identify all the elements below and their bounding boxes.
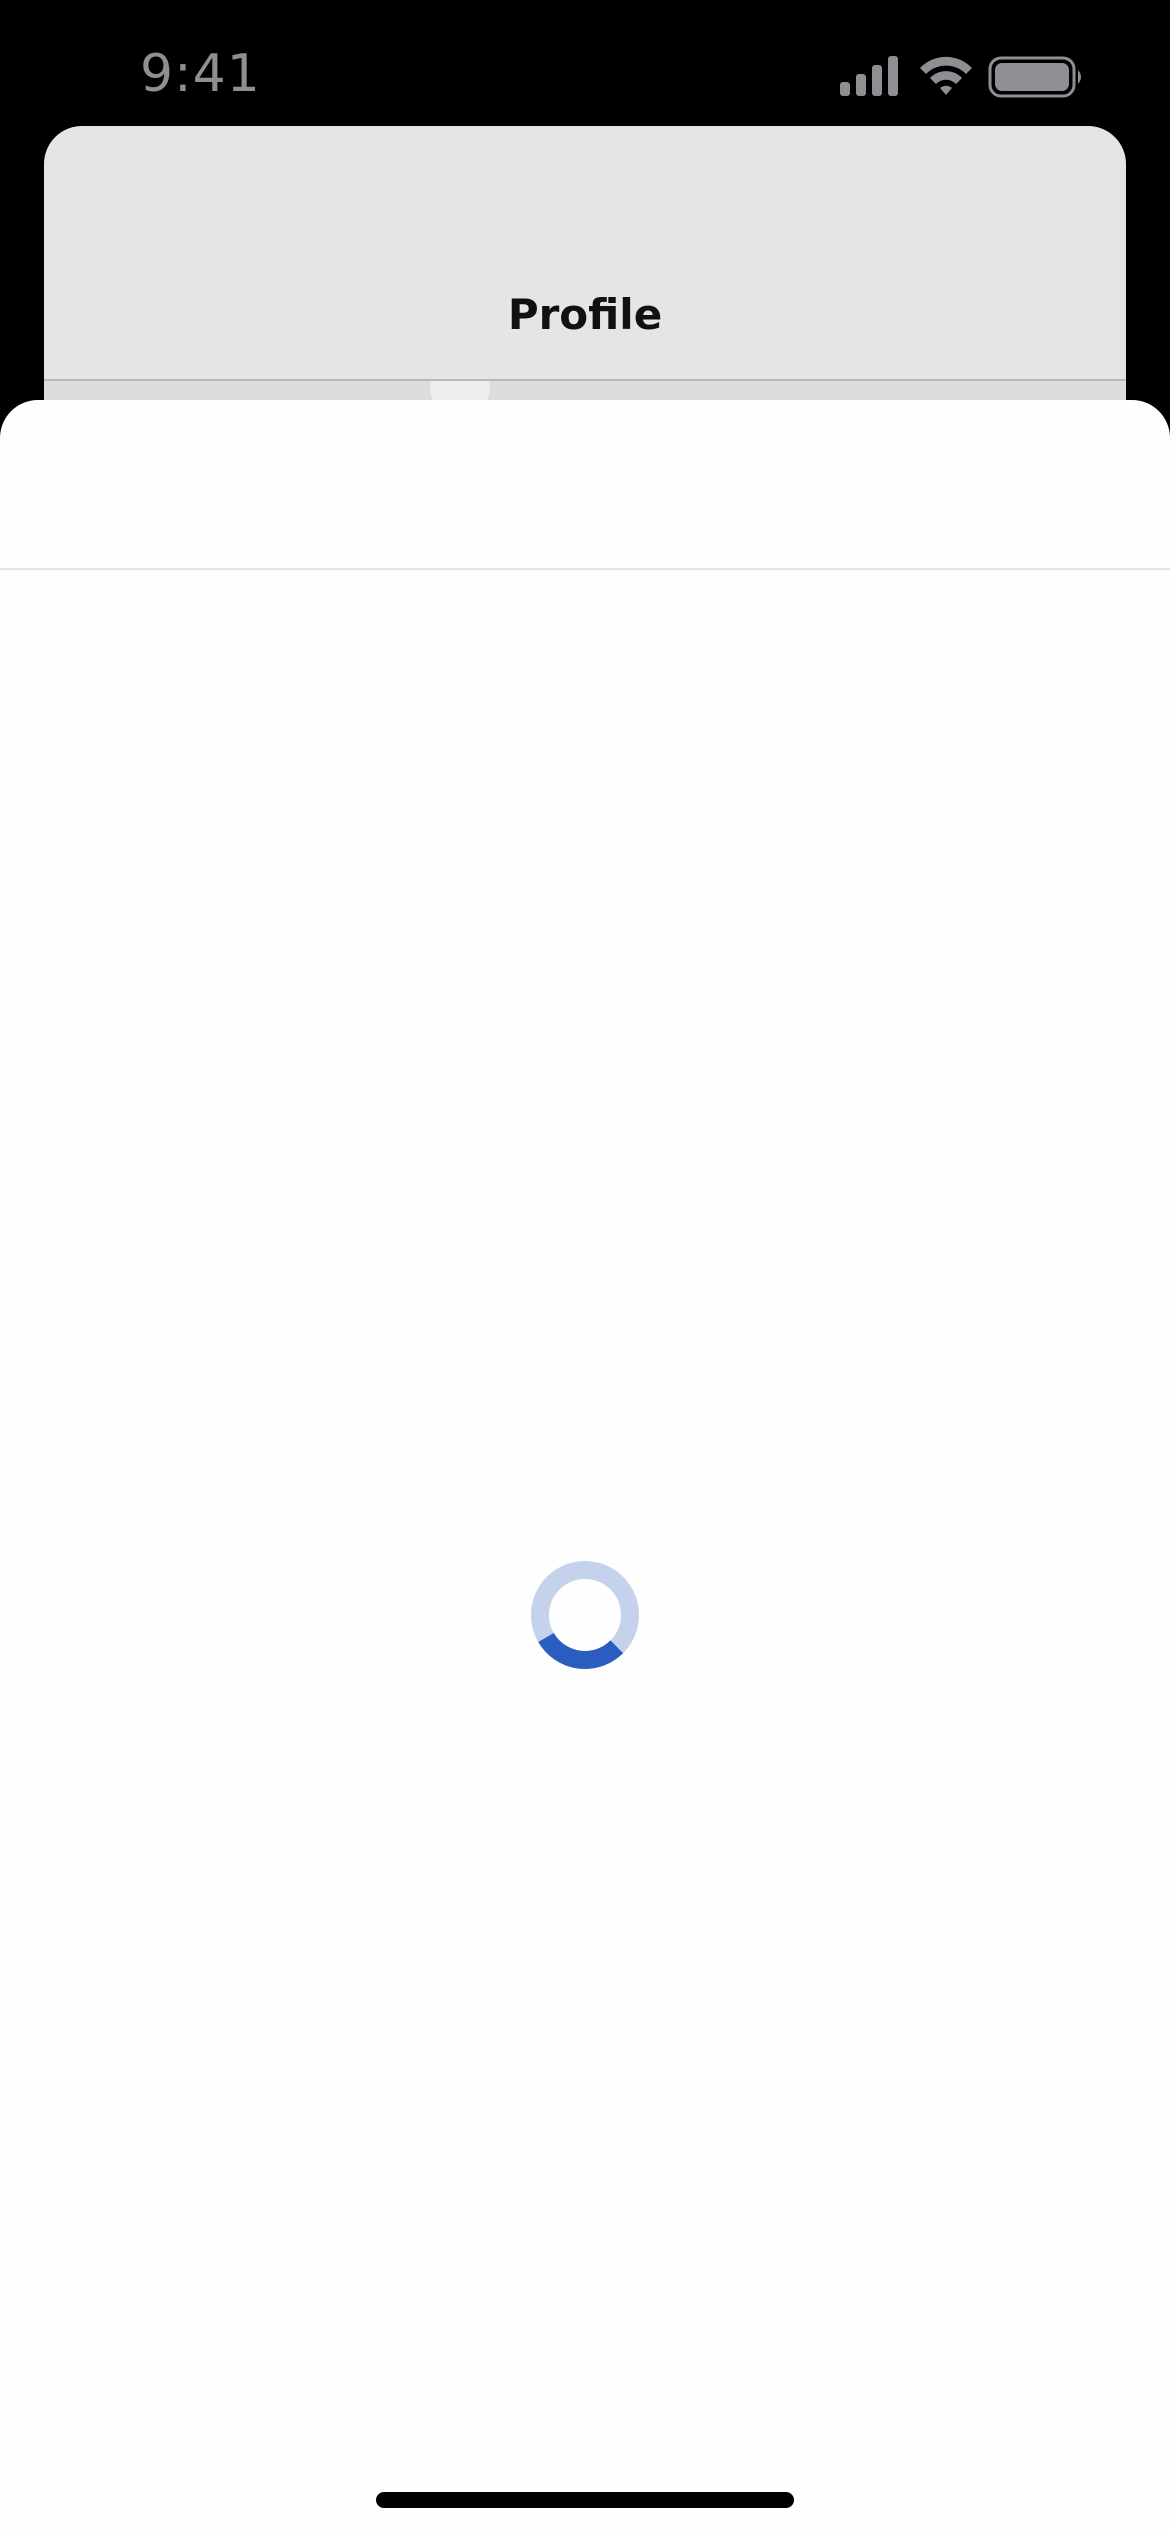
wifi-icon	[920, 56, 972, 95]
loading-spinner-icon	[531, 1561, 639, 1669]
profile-title: Profile	[507, 290, 663, 339]
battery-icon	[988, 56, 1081, 98]
modal-sheet-header	[0, 400, 1170, 568]
status-time: 9:41	[140, 44, 261, 104]
modal-sheet-divider	[0, 568, 1170, 570]
status-bar: 9:41	[0, 0, 1170, 130]
modal-sheet	[0, 400, 1170, 2532]
cellular-signal-icon	[840, 56, 898, 96]
home-indicator[interactable]	[376, 2492, 794, 2508]
spinner-arc	[538, 1632, 624, 1669]
app-screen: 9:41 Profile	[0, 0, 1170, 2532]
status-icons	[840, 56, 1081, 98]
